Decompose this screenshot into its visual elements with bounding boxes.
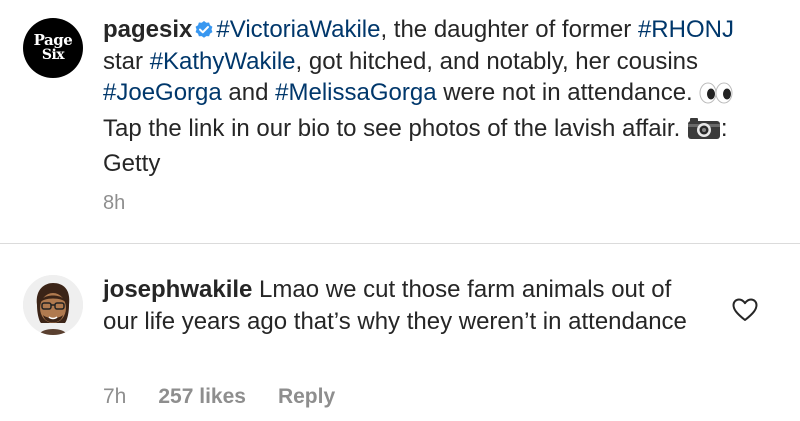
hashtag-victoriawakile[interactable]: #VictoriaWakile <box>216 16 380 43</box>
caption-text: were not in attendance. <box>436 79 700 106</box>
divider <box>0 243 800 244</box>
caption-text: star <box>103 47 150 75</box>
memoji-avatar[interactable] <box>23 275 83 335</box>
comment-likes[interactable]: 257 likes <box>158 385 246 409</box>
camera-emoji-icon <box>687 116 721 149</box>
caption-text: , got hitched, and notably, her cousins <box>295 47 699 75</box>
comment-body: josephwakile Lmao we cut those farm anim… <box>103 274 703 337</box>
hashtag-melissagorga[interactable]: #MelissaGorga <box>275 79 436 106</box>
hashtag-rhonj[interactable]: #RHONJ <box>638 16 734 43</box>
hashtag-kathywakile[interactable]: #KathyWakile <box>150 48 296 75</box>
post-username[interactable]: pagesix <box>103 16 192 43</box>
caption-text: , the daughter of former <box>380 16 638 43</box>
avatar-text-page: Page <box>33 31 73 49</box>
comment-username[interactable]: josephwakile <box>103 276 252 303</box>
hashtag-joegorga[interactable]: #JoeGorga <box>103 79 222 106</box>
heart-outline-icon[interactable] <box>732 298 758 322</box>
eyes-emoji-icon <box>699 81 733 113</box>
comment-meta: 7h 257 likes Reply <box>103 385 335 409</box>
pagesix-avatar[interactable]: Page Six <box>23 18 83 78</box>
verified-badge-icon <box>194 17 214 38</box>
avatar-text-six: Six <box>41 47 65 63</box>
comment-timestamp[interactable]: 7h <box>103 385 126 409</box>
caption-text: Tap the link in our bio to see photos of… <box>103 114 687 142</box>
post-timestamp[interactable]: 8h <box>103 192 125 215</box>
post-caption: pagesix #VictoriaWakile, the daughter of … <box>103 14 753 180</box>
caption-text: and <box>221 79 276 106</box>
reply-button[interactable]: Reply <box>278 385 335 409</box>
